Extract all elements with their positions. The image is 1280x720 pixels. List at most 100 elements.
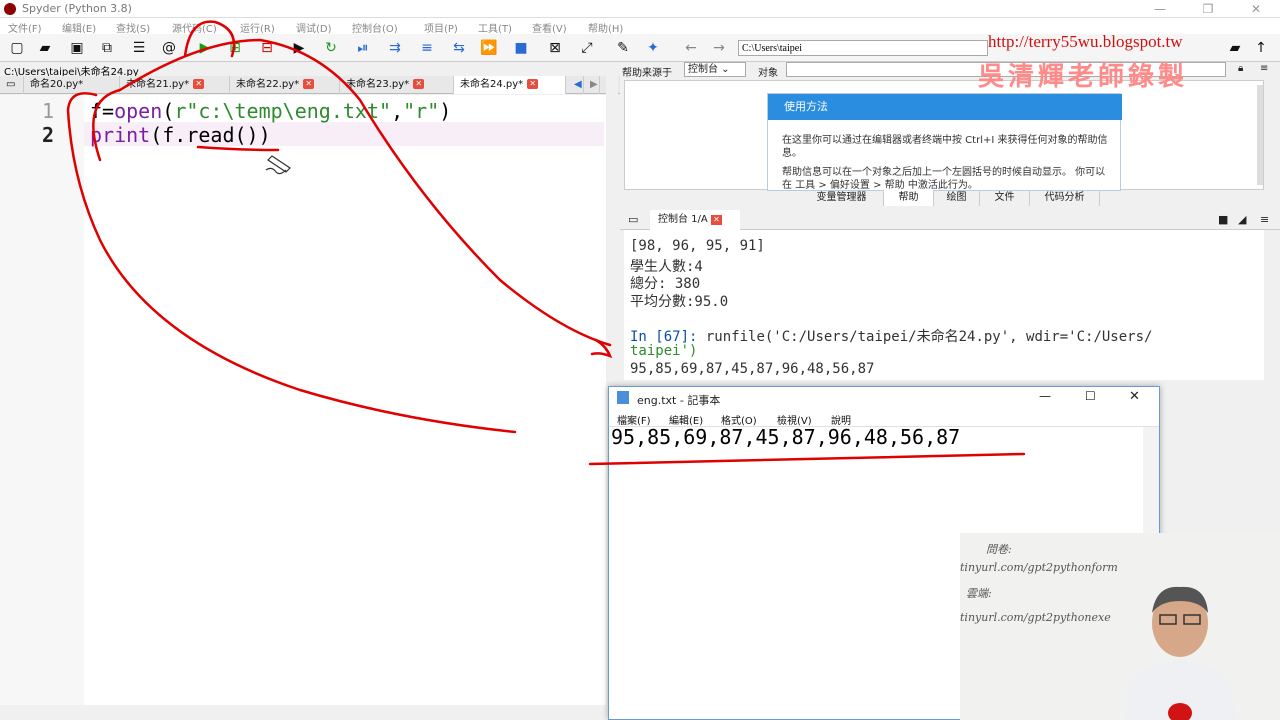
at-icon[interactable]: @	[160, 39, 178, 57]
tab-scroll-left-icon[interactable]: ◀	[568, 76, 584, 94]
watermark-url: http://terry55wu.blogspot.tw	[988, 32, 1183, 51]
stop-icon[interactable]: ■	[512, 39, 530, 57]
clear-console-icon[interactable]: ◢	[1238, 213, 1246, 226]
help-card-text-2: 帮助信息可以在一个对象之后加上一个左圆括号的时候自动显示。 你可以在 工具 > …	[782, 167, 1106, 191]
console-tab-label: 控制台 1/A	[658, 214, 708, 225]
tab-plots[interactable]: 绘图	[934, 190, 980, 206]
tab-help[interactable]: 帮助	[884, 190, 934, 206]
help-object-label: 对象	[758, 68, 778, 79]
notepad-close-button[interactable]: ✕	[1129, 389, 1140, 404]
code-line-2[interactable]: print(f.read())	[90, 123, 271, 147]
tab-label: 未命名23.py*	[346, 79, 410, 90]
forward-arrow-icon[interactable]: →	[710, 39, 728, 57]
console-line: [98, 96, 95, 91]	[630, 238, 765, 254]
menu-debug[interactable]: 调试(D)	[296, 20, 332, 35]
close-button[interactable]: ✕	[1236, 0, 1276, 18]
help-usage-card: 使用方法 在这里你可以通过在编辑器或者终端中按 Ctrl+I 来获得任何对象的帮…	[767, 93, 1122, 191]
run-cell-icon[interactable]: ⊞	[226, 39, 244, 57]
tab-close-icon[interactable]: ✕	[413, 79, 425, 89]
tab-untitled20[interactable]: 命名20.py*	[24, 76, 120, 94]
code-token: f=	[90, 99, 115, 123]
lock-icon[interactable]: 🔒︎	[1238, 63, 1243, 74]
console-line: 95,85,69,87,45,87,96,48,56,87	[630, 360, 875, 377]
help-pane: 使用方法 在这里你可以通过在编辑器或者终端中按 Ctrl+I 来获得任何对象的帮…	[624, 80, 1264, 191]
parent-dir-icon[interactable]: ↑	[1252, 39, 1270, 57]
help-scrollbar[interactable]	[1257, 85, 1263, 185]
menu-source[interactable]: 源代码(C)	[172, 20, 217, 35]
code-token: open	[114, 99, 163, 123]
tab-label: 未命名24.py*	[460, 79, 524, 90]
browse-icon[interactable]: ▰	[1226, 39, 1244, 57]
notepad-maximize-button[interactable]: ☐	[1085, 389, 1096, 403]
run-icon[interactable]: ▶	[196, 39, 214, 57]
menu-file[interactable]: 文件(F)	[8, 20, 42, 35]
back-arrow-icon[interactable]: ←	[682, 39, 700, 57]
save-all-icon[interactable]: ⧉	[98, 39, 116, 57]
ipython-console[interactable]: [98, 96, 95, 91] 學生人數:4 總分: 380 平均分數:95.0 In…	[624, 230, 1264, 380]
help-menu-icon[interactable]: ≡	[1260, 63, 1268, 74]
menu-tools[interactable]: 工具(T)	[478, 20, 512, 35]
debug-icon[interactable]: ⏯	[354, 39, 372, 57]
maximize-button[interactable]: ❐	[1188, 0, 1228, 18]
tab-files[interactable]: 文件	[980, 190, 1030, 206]
notepad-text[interactable]: 95,85,69,87,45,87,96,48,56,87	[611, 425, 960, 449]
tab-untitled22[interactable]: 未命名22.py* ✕	[230, 76, 340, 94]
open-folder-icon[interactable]: ▰	[36, 39, 54, 57]
continue-icon[interactable]: ⏩	[480, 39, 498, 57]
tab-untitled23[interactable]: 未命名23.py* ✕	[340, 76, 454, 94]
menu-console[interactable]: 控制台(O)	[352, 20, 398, 35]
panel-tabs: 变量管理器 帮助 绘图 文件 代码分析	[800, 190, 1100, 206]
notepad-titlebar: eng.txt - 記事本 — ☐ ✕	[609, 387, 1159, 409]
list-icon[interactable]: ☰	[130, 39, 148, 57]
tab-close-icon[interactable]: ✕	[303, 79, 315, 89]
console-line: In [67]: runfile('C:/Users/taipei/未命名24.…	[630, 328, 1153, 345]
run-selection-icon[interactable]: ▶	[290, 39, 308, 57]
tab-scroll-right-icon[interactable]: ▶	[584, 76, 600, 94]
save-icon[interactable]: ▣	[68, 39, 86, 57]
fullscreen-icon[interactable]: ⤢	[578, 39, 596, 57]
help-source-select[interactable]: 控制台 ⌄	[684, 62, 746, 77]
run-cell-advance-icon[interactable]: ⊟	[258, 39, 276, 57]
tab-code-analysis[interactable]: 代码分析	[1030, 190, 1100, 206]
console-close-icon[interactable]: ✕	[710, 215, 722, 225]
step-icon[interactable]: ⇉	[386, 39, 404, 57]
code-editor[interactable]: 1 2 f=open(r"c:\temp\eng.txt","r") print…	[0, 95, 606, 705]
maximize-pane-icon[interactable]: ⊠	[546, 39, 564, 57]
working-directory-input[interactable]	[738, 40, 988, 56]
new-file-icon[interactable]: ▢	[8, 39, 26, 57]
tab-untitled24[interactable]: 未命名24.py* ✕	[454, 76, 566, 94]
tab-label: 未命名21.py*	[126, 79, 190, 90]
console-menu-icon[interactable]: ≡	[1260, 213, 1269, 226]
tab-close-icon[interactable]: ✕	[527, 79, 539, 89]
browse-tabs-icon[interactable]: ▭	[0, 76, 24, 94]
menu-project[interactable]: 项目(P)	[424, 20, 458, 35]
console-tabs-icon[interactable]: ▭	[628, 213, 638, 226]
preferences-icon[interactable]: ✎	[614, 39, 632, 57]
notepad-title: eng.txt - 記事本	[637, 394, 721, 407]
tab-untitled21[interactable]: 未命名21.py* ✕	[120, 76, 230, 94]
notepad-minimize-button[interactable]: —	[1039, 389, 1051, 403]
tab-variable-explorer[interactable]: 变量管理器	[800, 190, 884, 206]
tab-console[interactable]: 控制台 1/A ✕	[650, 210, 740, 230]
help-source-value: 控制台	[688, 64, 718, 75]
step-into-icon[interactable]: ≡	[418, 39, 436, 57]
menu-search[interactable]: 查找(S)	[116, 20, 150, 35]
menu-run[interactable]: 运行(R)	[240, 20, 275, 35]
code-token: "r"	[403, 99, 440, 123]
tab-close-icon[interactable]: ✕	[193, 79, 205, 89]
stop-kernel-icon[interactable]: ■	[1218, 213, 1228, 226]
tab-label: 未命名22.py*	[236, 79, 300, 90]
menu-view[interactable]: 查看(V)	[532, 20, 567, 35]
menu-edit[interactable]: 编辑(E)	[62, 20, 96, 35]
code-line-1[interactable]: f=open(r"c:\temp\eng.txt","r")	[90, 99, 451, 123]
python-path-icon[interactable]: ✦	[644, 39, 662, 57]
whiteboard-line: tinyurl.com/gpt2pythonform	[960, 561, 1118, 574]
minimize-button[interactable]: —	[1140, 0, 1180, 18]
step-return-icon[interactable]: ⇆	[450, 39, 468, 57]
menu-help[interactable]: 帮助(H)	[588, 20, 623, 35]
line-number: 2	[41, 123, 54, 147]
help-card-title: 使用方法	[768, 94, 1122, 120]
rerun-icon[interactable]: ↻	[322, 39, 340, 57]
watermark: http://terry55wu.blogspot.tw 吳清輝老師錄製	[978, 32, 1226, 92]
code-token: print	[90, 123, 151, 147]
